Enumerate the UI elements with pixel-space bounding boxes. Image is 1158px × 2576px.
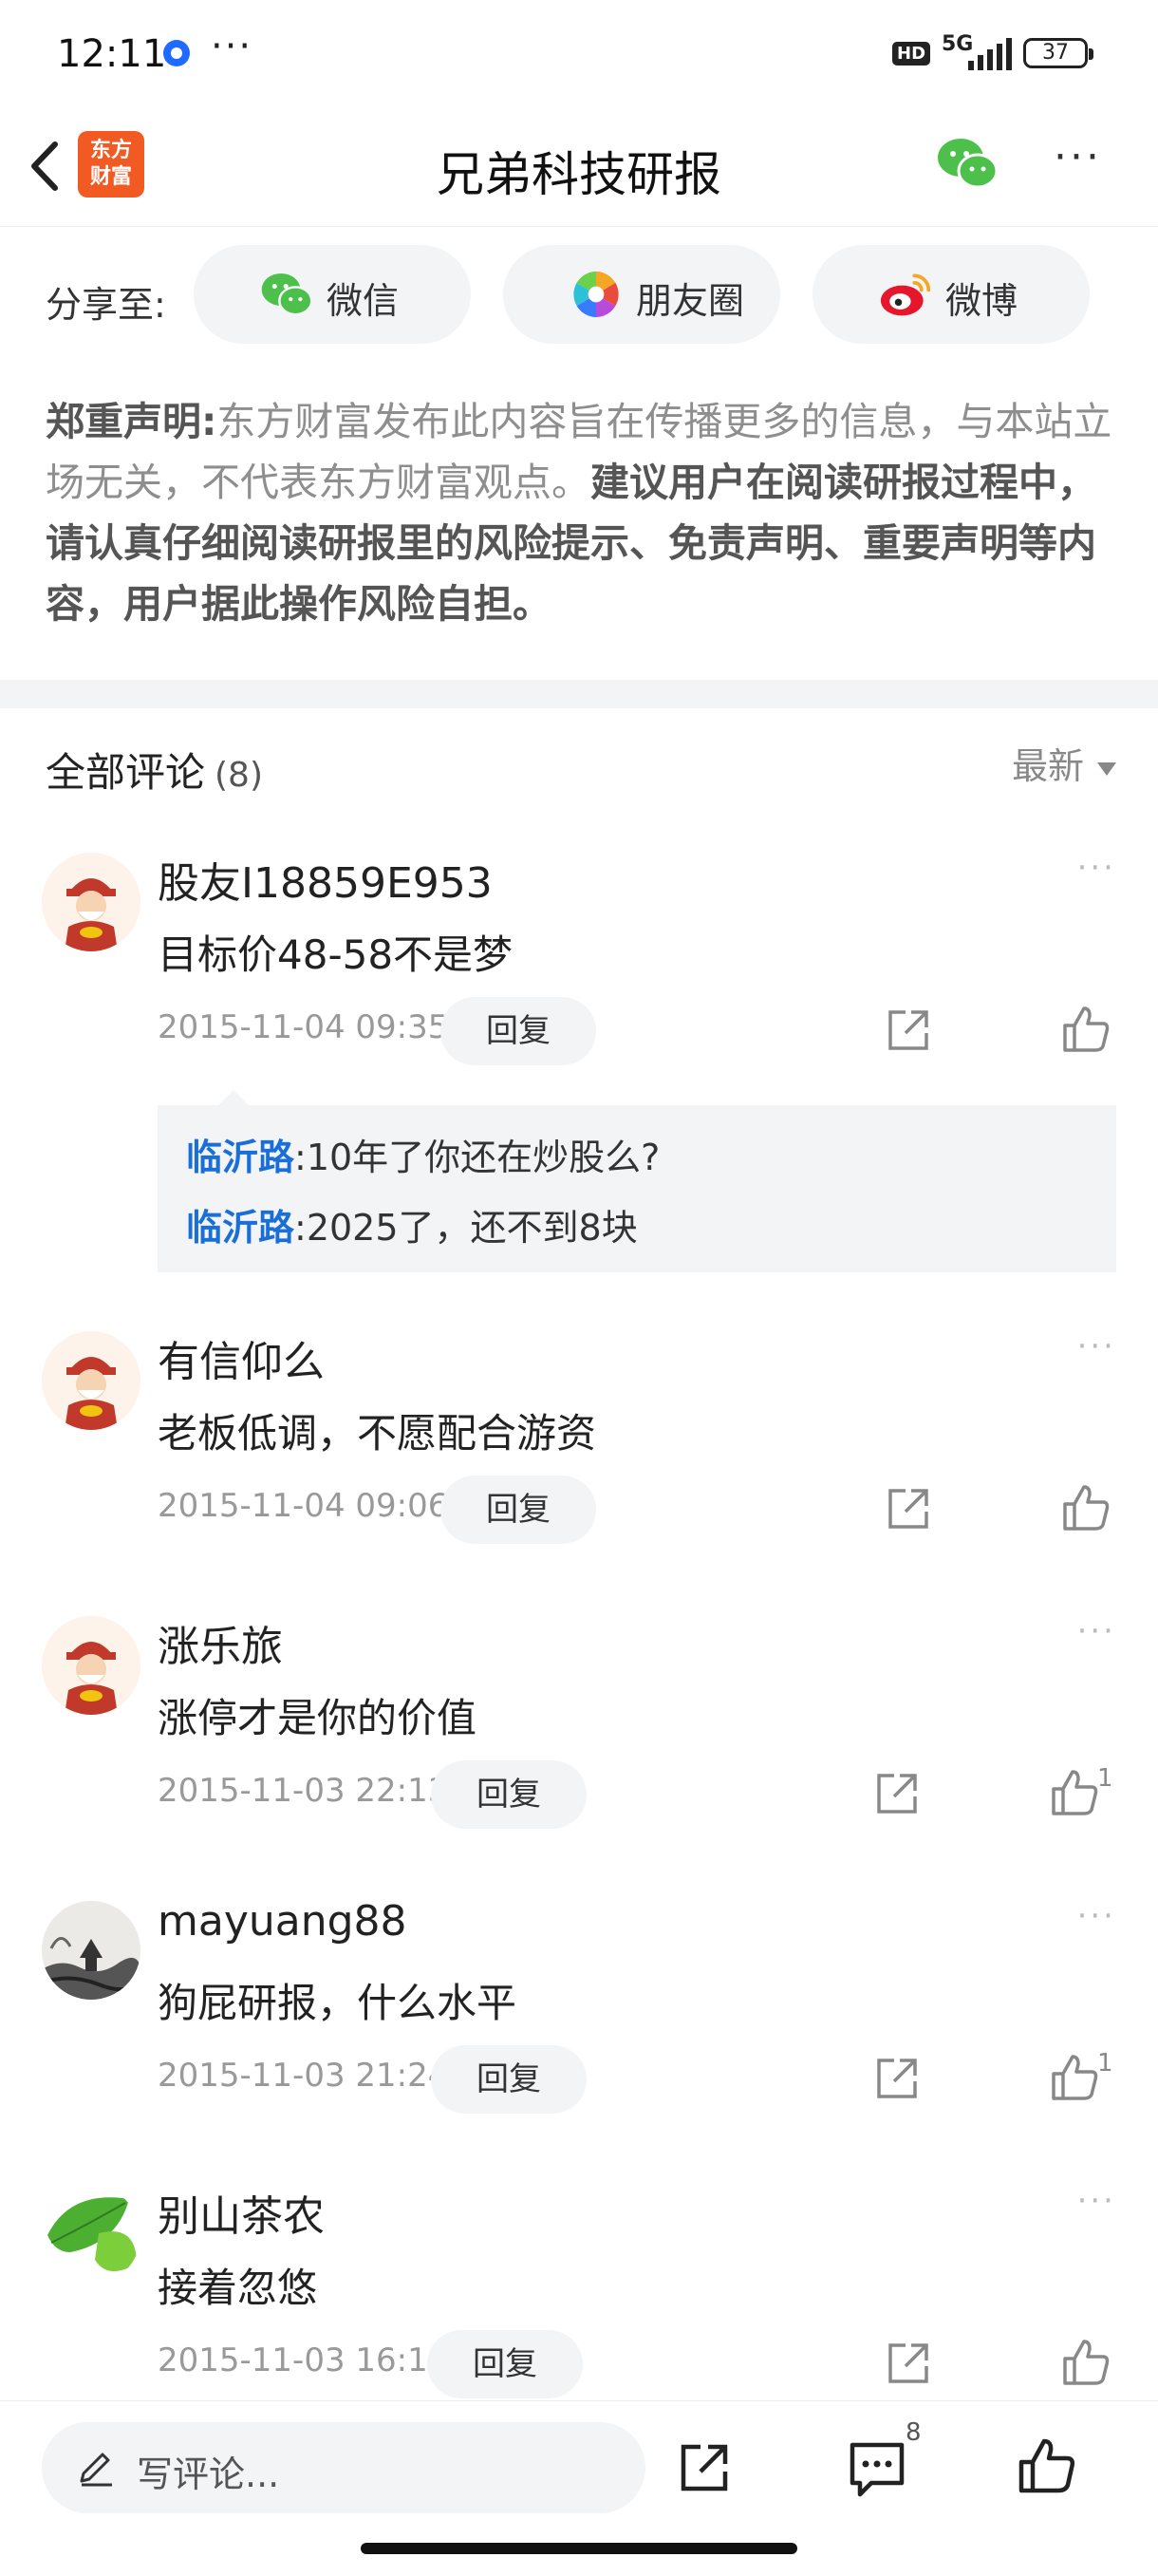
reply-button[interactable]: 回复 [440,1476,596,1544]
share-icon[interactable] [885,1485,932,1532]
like-count: 1 [1097,2049,1113,2078]
comment-text: 狗屁研报，什么水平 [158,1980,517,2026]
comment-text: 老板低调，不愿配合游资 [158,1410,597,1457]
disclaimer: 郑重声明:东方财富发布此内容旨在传播更多的信息，与本站立场无关，不代表东方财富观… [46,391,1114,634]
comment-date: 2015-11-03 16:13 [158,2341,449,2379]
reply-text: :10年了你还在炒股么? [294,1137,661,1178]
reply-item[interactable]: 临沂路:10年了你还在炒股么? [186,1128,660,1180]
share-weibo-button[interactable]: 微博 [812,245,1090,344]
share-moments-label: 朋友圈 [636,280,745,322]
wechat-icon [261,273,313,316]
leaf-avatar[interactable] [42,2186,140,2285]
thumbs-up-icon[interactable] [1061,2338,1111,2387]
comment-text: 涨停才是你的价值 [158,1695,477,1741]
reply-item[interactable]: 临沂路:2025了，还不到8块 [186,1198,638,1250]
pencil-icon [80,2453,112,2487]
comments-count: (8) [215,756,264,795]
caishen-avatar[interactable] [42,1616,140,1715]
comment-date: 2015-11-04 09:35 [158,1008,449,1046]
comment-text: 接着忽悠 [158,2265,318,2311]
share-icon[interactable] [873,1770,921,1817]
comment-more-icon[interactable]: ··· [1077,849,1116,887]
more-menu-icon[interactable]: ··· [1054,133,1102,181]
share-icon[interactable] [885,2340,932,2387]
status-time: 12:11 [57,32,167,76]
like-count: 1 [1097,1764,1113,1793]
section-divider [0,680,1158,708]
home-indicator[interactable] [361,2543,797,2554]
comments-header: 全部评论 (8) [46,741,263,799]
hd-icon: HD [892,42,931,66]
comment-username[interactable]: 别山茶农 [158,2182,325,2243]
share-icon[interactable] [885,1006,932,1054]
share-wechat-button[interactable]: 微信 [194,245,471,344]
reply-username[interactable]: 临沂路 [186,1207,294,1249]
reply-button[interactable]: 回复 [431,2045,587,2114]
comment-more-icon[interactable]: ··· [1077,2182,1116,2220]
thumbs-up-icon[interactable] [1050,2053,1099,2102]
app-notification-icon [163,40,190,66]
signal-icon [968,38,1012,70]
reply-button[interactable]: 回复 [440,997,596,1065]
comment-date: 2015-11-04 09:06 [158,1487,449,1525]
comments-title: 全部评论 [46,749,206,796]
dropdown-triangle-icon [1097,762,1116,776]
thumbs-up-icon[interactable] [1050,1768,1099,1817]
comment-date: 2015-11-03 21:24 [158,2057,449,2095]
write-comment-input[interactable]: 写评论... [42,2422,645,2513]
comment-date: 2015-11-03 22:13 [158,1772,449,1810]
caishen-avatar[interactable] [42,853,140,951]
share-label: 分享至: [46,284,166,326]
comment-username[interactable]: mayuang88 [158,1897,407,1946]
sort-dropdown[interactable]: 最新 [1012,737,1116,789]
wechat-icon[interactable] [936,135,999,192]
reply-username[interactable]: 临沂路 [186,1137,294,1178]
share-icon[interactable] [676,2439,733,2496]
reply-text: :2025了，还不到8块 [294,1207,638,1249]
share-moments-button[interactable]: 朋友圈 [503,245,780,344]
status-more-icon: ··· [211,25,253,68]
comment-username[interactable]: 股友I18859E953 [158,849,493,910]
reply-button[interactable]: 回复 [427,2330,583,2398]
comment-more-icon[interactable]: ··· [1077,1327,1116,1365]
nav-bar: 东方 财富 兄弟科技研报 ··· [0,106,1158,227]
comment-icon[interactable] [847,2439,907,2498]
write-comment-placeholder: 写评论... [137,2454,280,2495]
reply-button[interactable]: 回复 [431,1760,587,1829]
share-icon[interactable] [873,2055,921,2102]
comment-username[interactable]: 涨乐旅 [158,1612,283,1673]
battery-icon: 37 [1023,38,1093,68]
thumbs-up-icon[interactable] [1061,1483,1111,1532]
reply-list: 临沂路:10年了你还在炒股么? 临沂路:2025了，还不到8块 [158,1090,1116,1272]
moments-icon [572,271,620,318]
comment-text: 目标价48-58不是梦 [158,931,514,978]
status-bar: 12:11 ··· HD 5G 37 [0,0,1158,106]
disclaimer-title: 郑重声明: [46,399,217,444]
share-weibo-label: 微博 [945,280,1018,322]
weibo-icon [880,273,931,316]
share-wechat-label: 微信 [327,280,400,322]
ink-painting-avatar[interactable] [42,1901,140,2000]
comment-username[interactable]: 有信仰么 [158,1327,325,1388]
comment-more-icon[interactable]: ··· [1077,1897,1116,1935]
thumbs-up-icon[interactable] [1016,2435,1076,2496]
thumbs-up-icon[interactable] [1061,1005,1111,1054]
comment-more-icon[interactable]: ··· [1077,1612,1116,1650]
share-row: 分享至: 微信 朋友圈 微博 [0,226,1158,368]
comment-count: 8 [906,2418,922,2447]
caishen-avatar[interactable] [42,1331,140,1430]
sort-label: 最新 [1011,745,1084,787]
